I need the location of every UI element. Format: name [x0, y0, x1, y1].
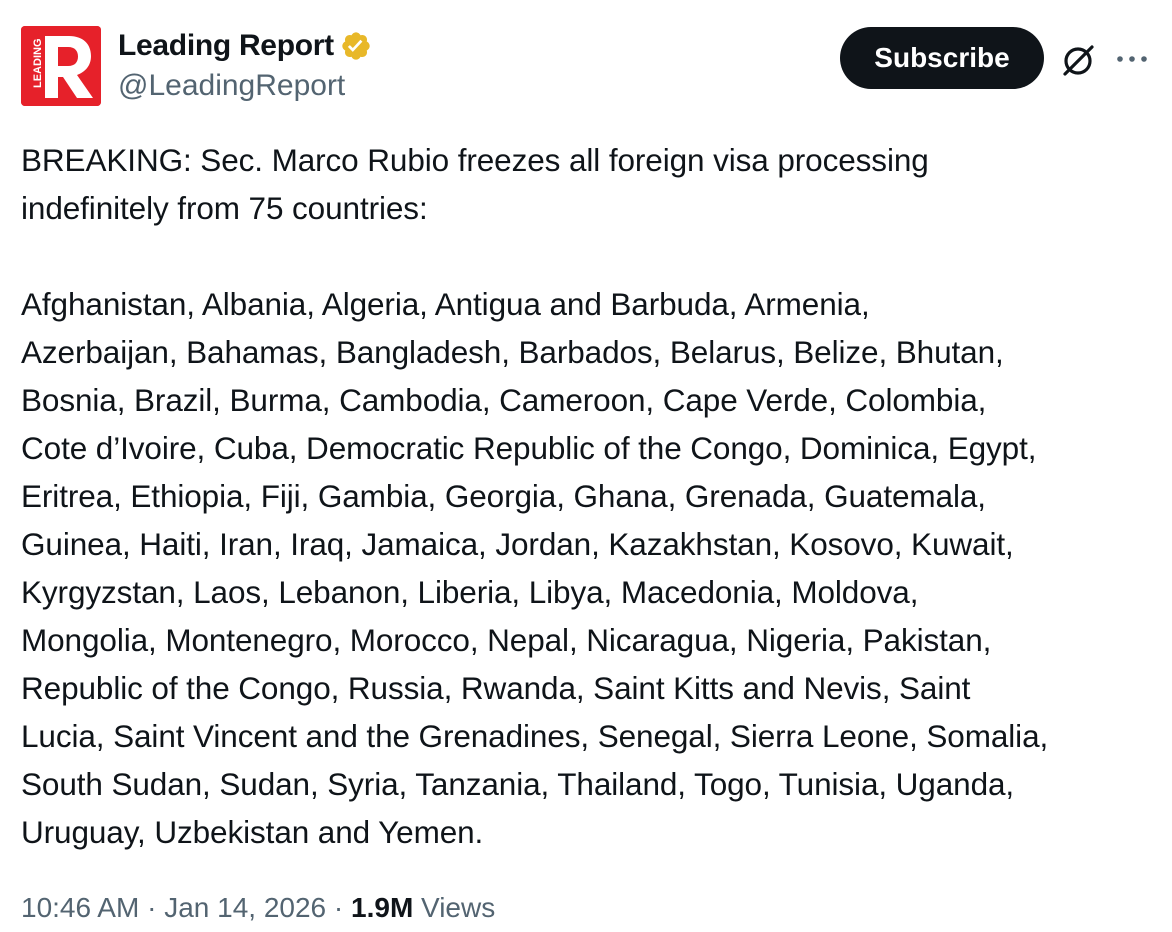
display-name[interactable]: Leading Report [118, 29, 334, 63]
more-horizontal-icon[interactable] [1114, 44, 1150, 74]
leading-report-logo: LEADING [21, 26, 101, 106]
handle[interactable]: @LeadingReport [118, 66, 372, 106]
avatar-side-text: LEADING [32, 39, 44, 89]
subscribe-button[interactable]: Subscribe [840, 27, 1044, 89]
tweet-meta: 10:46 AM · Jan 14, 2026 · 1.9M Views [21, 886, 495, 930]
verified-badge-icon [340, 30, 372, 62]
tweet-time[interactable]: 10:46 AM [21, 892, 139, 923]
views-label[interactable]: Views [413, 892, 495, 923]
avatar[interactable]: LEADING [21, 26, 101, 106]
tweet-date[interactable]: Jan 14, 2026 [164, 892, 326, 923]
meta-separator: · [139, 892, 165, 923]
display-name-row: Leading Report [118, 26, 372, 66]
grok-icon[interactable] [1058, 40, 1098, 80]
tweet-header: LEADING Leading Report @LeadingReport Su… [0, 0, 1172, 120]
meta-separator: · [326, 892, 352, 923]
tweet-text: BREAKING: Sec. Marco Rubio freezes all f… [21, 142, 1049, 850]
views-count[interactable]: 1.9M [351, 892, 413, 923]
author-info: Leading Report @LeadingReport [118, 26, 372, 106]
